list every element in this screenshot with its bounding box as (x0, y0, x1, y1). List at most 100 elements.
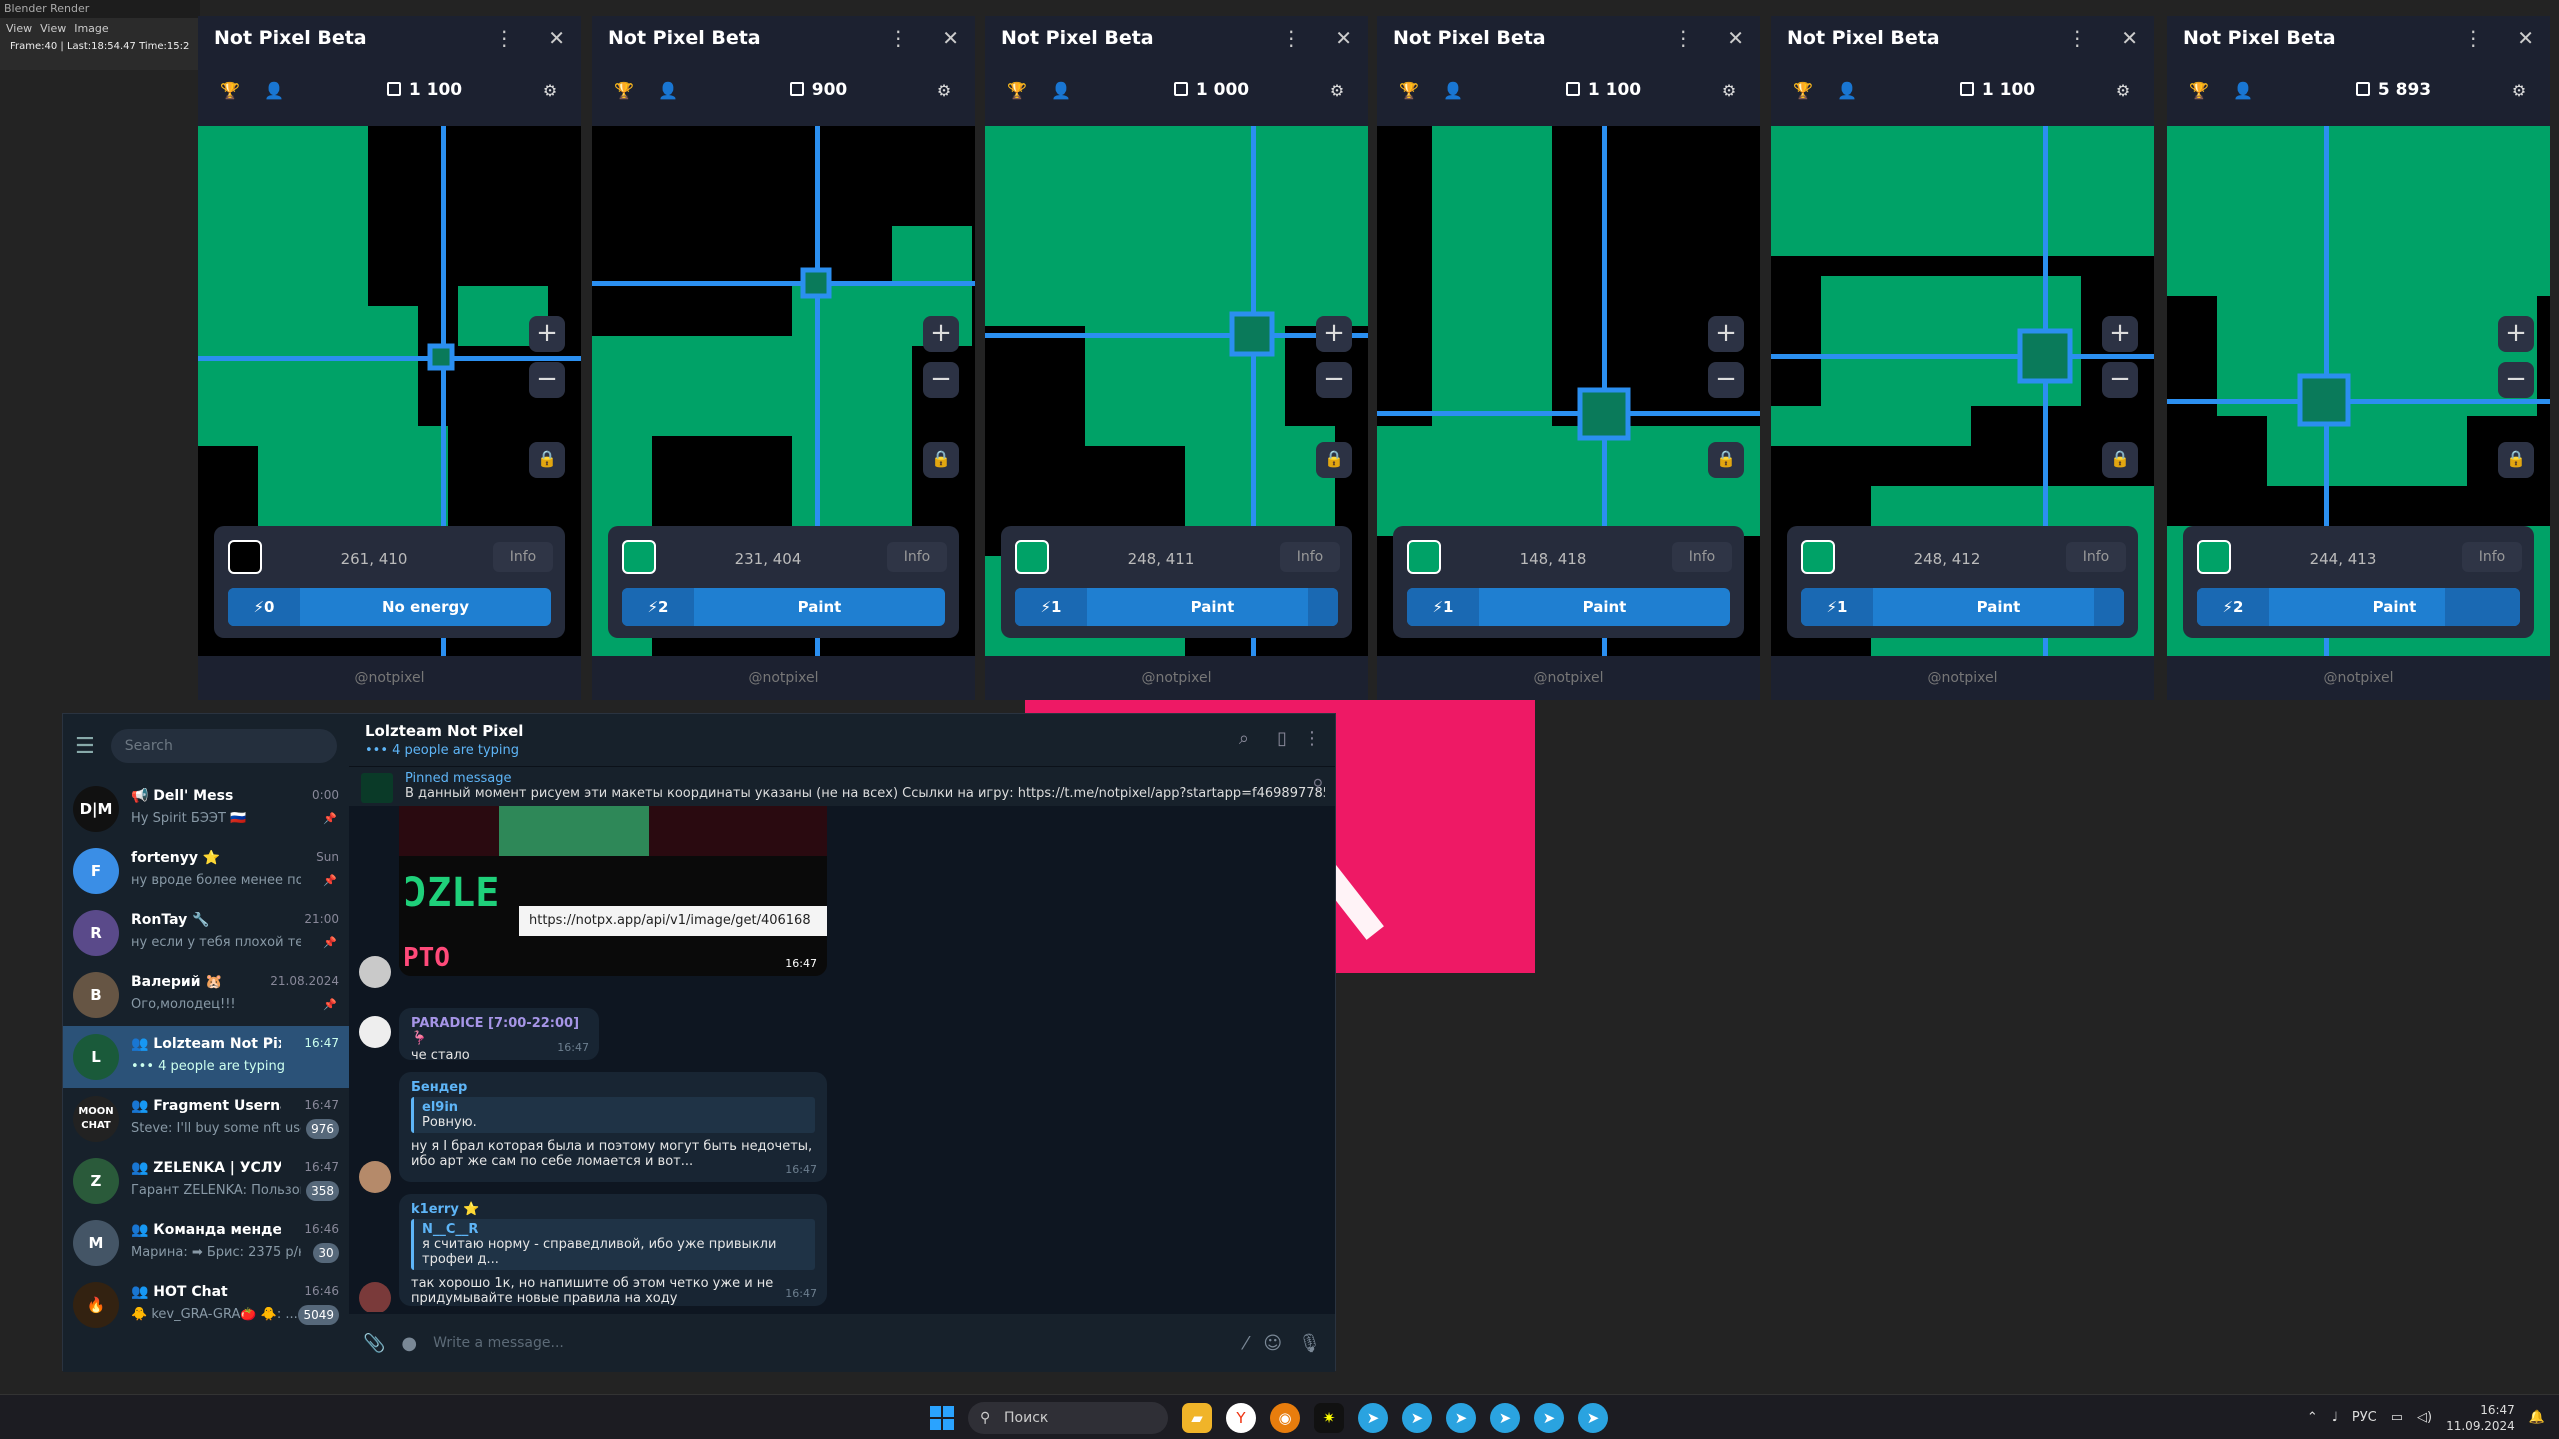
info-button[interactable]: Info (2066, 542, 2126, 572)
info-button[interactable]: Info (1672, 542, 1732, 572)
file-explorer-icon[interactable]: ▰ (1182, 1402, 1212, 1433)
chat-list-item[interactable]: 🔥 👥 HOT Chat 16:46 🐥 kev_GRA-GRA🍅 🐥: ...… (63, 1274, 349, 1336)
lock-button[interactable]: 🔒 (1316, 442, 1352, 478)
notifications-icon[interactable]: 🔔 (2529, 1410, 2545, 1425)
info-button[interactable]: Info (887, 542, 947, 572)
lock-button[interactable]: 🔒 (1708, 442, 1744, 478)
attach-icon[interactable]: 📎 (363, 1333, 385, 1354)
avatar[interactable] (359, 956, 391, 988)
lock-button[interactable]: 🔒 (2102, 442, 2138, 478)
reply-quote[interactable]: N__C__R я считаю норму - справедливой, и… (411, 1219, 815, 1270)
microphone-icon[interactable]: 🎙 (1298, 1333, 1321, 1354)
zoom-in-button[interactable]: + (2498, 316, 2534, 352)
telegram-icon[interactable]: ➤ (1358, 1402, 1388, 1433)
avatar[interactable] (359, 1016, 391, 1048)
settings-icon[interactable]: ⚙ (2510, 81, 2528, 100)
trophy-icon[interactable]: 🏆 (1793, 81, 1813, 100)
lock-button[interactable]: 🔒 (529, 442, 565, 478)
zoom-out-button[interactable]: − (2498, 362, 2534, 398)
language-indicator[interactable]: РУС (2352, 1410, 2377, 1425)
paint-button[interactable]: ⚡0 No energy (228, 588, 551, 626)
zoom-in-button[interactable]: + (1316, 316, 1352, 352)
blender-menu-view[interactable]: View (6, 22, 32, 35)
telegram-icon[interactable]: ➤ (1490, 1402, 1520, 1433)
balance[interactable]: 1 000 (1095, 80, 1328, 100)
chat-list-item[interactable]: М 👥 Команда менделеева 16:46 Марина: ➡ Б… (63, 1212, 349, 1274)
balance[interactable]: 1 100 (308, 80, 541, 100)
zoom-out-button[interactable]: − (529, 362, 565, 398)
balance[interactable]: 900 (702, 80, 935, 100)
more-icon[interactable]: ⋮ (2067, 26, 2087, 50)
sidebar-toggle-icon[interactable]: ▯ (1277, 728, 1287, 749)
add-friend-icon[interactable]: 👤 (658, 81, 678, 100)
chevron-up-icon[interactable]: ⌃ (2307, 1410, 2318, 1425)
color-swatch[interactable] (1015, 540, 1049, 574)
image-message[interactable]: ƆZLE PTO https://notpx.app/api/v1/image/… (399, 806, 827, 976)
taskbar-search[interactable]: Поиск (968, 1401, 1168, 1434)
more-icon[interactable]: ⋮ (494, 26, 514, 50)
avatar[interactable] (359, 1282, 391, 1312)
sender-avatar[interactable]: ● (401, 1333, 417, 1354)
add-friend-icon[interactable]: 👤 (264, 81, 284, 100)
trophy-icon[interactable]: 🏆 (220, 81, 240, 100)
paint-button[interactable]: ⚡1 Paint (1801, 588, 2124, 626)
lock-button[interactable]: 🔒 (2498, 442, 2534, 478)
close-icon[interactable]: ✕ (1335, 26, 1352, 50)
chat-title[interactable]: Lolzteam Not Pixel (365, 722, 1319, 740)
search-input[interactable]: Search (110, 729, 337, 763)
volume-icon[interactable]: ◁) (2417, 1410, 2432, 1425)
close-icon[interactable]: ✕ (1727, 26, 1744, 50)
zoom-in-button[interactable]: + (2102, 316, 2138, 352)
more-icon[interactable]: ⋮ (1303, 728, 1321, 749)
paint-button[interactable]: ⚡2 Paint (2197, 588, 2520, 626)
zoom-out-button[interactable]: − (2102, 362, 2138, 398)
info-button[interactable]: Info (1280, 542, 1340, 572)
color-swatch[interactable] (1407, 540, 1441, 574)
zoom-in-button[interactable]: + (1708, 316, 1744, 352)
more-icon[interactable]: ⋮ (1281, 26, 1301, 50)
zoom-out-button[interactable]: − (1316, 362, 1352, 398)
telegram-icon[interactable]: ➤ (1578, 1402, 1608, 1433)
chat-list-item[interactable]: D|M 📢 Dell' Mess 0:00 Ну Spirit БЭЭТ 🇷🇺 … (63, 778, 349, 840)
trophy-icon[interactable]: 🏆 (1007, 81, 1027, 100)
telegram-icon[interactable]: ➤ (1402, 1402, 1432, 1433)
zoom-in-button[interactable]: + (529, 316, 565, 352)
close-icon[interactable]: ✕ (548, 26, 565, 50)
avatar[interactable] (359, 1161, 391, 1193)
close-icon[interactable]: ✕ (2121, 26, 2138, 50)
blender-icon[interactable]: ◉ (1270, 1402, 1300, 1433)
message-input[interactable]: Write a message... (433, 1335, 1228, 1351)
chat-list-item[interactable]: Z 👥 ZELENKA | УСЛУГИ 16:47 Гарант ZELENK… (63, 1150, 349, 1212)
pin-list-icon[interactable]: ⚲ (1313, 777, 1323, 793)
message-bubble[interactable]: PARADICE [7:00-22:00] 🦩 че стало 16:47 (399, 1008, 599, 1063)
chat-list-item[interactable]: MOON CHAT 👥 Fragment Usernames ... 16:47… (63, 1088, 349, 1150)
info-button[interactable]: Info (2462, 542, 2522, 572)
menu-icon[interactable]: ☰ (75, 734, 95, 759)
add-friend-icon[interactable]: 👤 (1837, 81, 1857, 100)
zoom-in-button[interactable]: + (923, 316, 959, 352)
trophy-icon[interactable]: 🏆 (614, 81, 634, 100)
clock[interactable]: 16:47 11.09.2024 (2446, 1402, 2515, 1434)
search-icon[interactable]: ⌕ (1239, 728, 1249, 749)
balance[interactable]: 1 100 (1881, 80, 2114, 100)
color-swatch[interactable] (228, 540, 262, 574)
blender-menu-image[interactable]: Image (74, 22, 108, 35)
color-swatch[interactable] (622, 540, 656, 574)
add-friend-icon[interactable]: 👤 (1051, 81, 1071, 100)
reply-quote[interactable]: el9in Ровную. (411, 1097, 815, 1133)
settings-icon[interactable]: ⚙ (1720, 81, 1738, 100)
settings-icon[interactable]: ⚙ (1328, 81, 1346, 100)
blender-menu-view-2[interactable]: View (40, 22, 66, 35)
balance[interactable]: 1 100 (1487, 80, 1720, 100)
commands-icon[interactable]: ⁄ (1244, 1333, 1247, 1354)
telegram-icon[interactable]: ➤ (1534, 1402, 1564, 1433)
chat-list-item[interactable]: В Валерий 🐹 21.08.2024 Ого,молодец!!! 📌 (63, 964, 349, 1026)
message-bubble[interactable]: Бендер el9in Ровную. ну я I брал которая… (399, 1072, 827, 1182)
microphone-icon[interactable]: ♩ (2332, 1410, 2338, 1425)
chat-list-item[interactable]: R RonTay 🔧 21:00 ну если у тебя плохой т… (63, 902, 349, 964)
telegram-icon[interactable]: ➤ (1446, 1402, 1476, 1433)
start-button-icon[interactable] (930, 1405, 954, 1430)
close-icon[interactable]: ✕ (2517, 26, 2534, 50)
color-swatch[interactable] (2197, 540, 2231, 574)
network-icon[interactable]: ▭ (2391, 1410, 2403, 1425)
